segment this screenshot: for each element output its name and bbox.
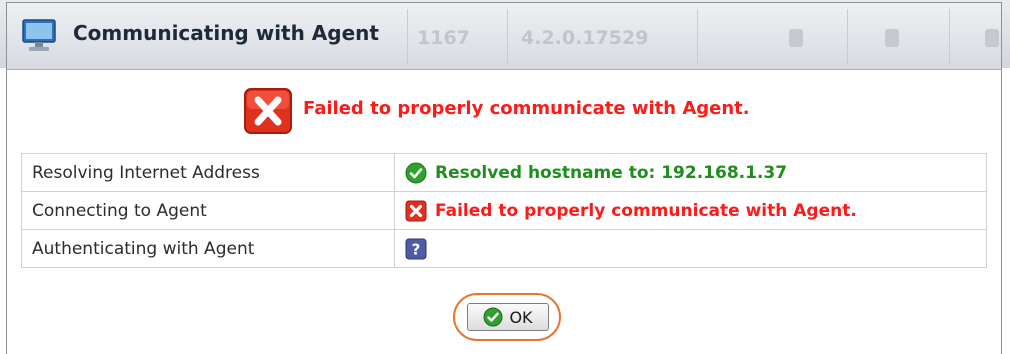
column-divider bbox=[847, 9, 848, 65]
table-row: Authenticating with Agent ? bbox=[21, 229, 987, 268]
table-row: Resolving Internet Address Resolved host… bbox=[21, 153, 987, 192]
faded-status-icon bbox=[885, 29, 899, 47]
step-label: Authenticating with Agent bbox=[21, 229, 395, 268]
faded-status-icon bbox=[789, 29, 803, 47]
step-result-text: Failed to properly communicate with Agen… bbox=[435, 200, 857, 221]
step-result: ? bbox=[394, 229, 987, 268]
red-x-icon bbox=[405, 200, 427, 221]
background-row: 1167 4.2.0.17529 bbox=[377, 3, 1001, 69]
error-x-icon bbox=[244, 88, 292, 134]
green-check-icon bbox=[483, 307, 503, 327]
table-row: Connecting to Agent Failed to properly c… bbox=[21, 191, 987, 230]
column-divider bbox=[949, 9, 950, 65]
column-divider bbox=[407, 9, 408, 65]
green-check-icon bbox=[405, 162, 427, 183]
step-label: Resolving Internet Address bbox=[21, 153, 395, 192]
error-message: Failed to properly communicate with Agen… bbox=[303, 98, 750, 119]
question-mark-icon: ? bbox=[405, 238, 427, 259]
step-result-text: Resolved hostname to: 192.168.1.37 bbox=[435, 162, 788, 183]
dialog-titlebar[interactable]: Communicating with Agent 1167 4.2.0.1752… bbox=[7, 3, 1001, 70]
computer-monitor-icon bbox=[22, 19, 56, 51]
column-divider bbox=[507, 9, 508, 65]
status-table: Resolving Internet Address Resolved host… bbox=[21, 153, 987, 268]
dialog-title: Communicating with Agent bbox=[73, 21, 379, 45]
column-divider bbox=[697, 9, 698, 65]
step-label: Connecting to Agent bbox=[21, 191, 395, 230]
background-cell-id: 1167 bbox=[417, 27, 470, 49]
background-cell-version: 4.2.0.17529 bbox=[521, 27, 649, 49]
communicating-dialog: Communicating with Agent 1167 4.2.0.1752… bbox=[6, 2, 1002, 354]
faded-status-icon bbox=[985, 29, 999, 47]
step-result: Failed to properly communicate with Agen… bbox=[394, 191, 987, 230]
step-result: Resolved hostname to: 192.168.1.37 bbox=[394, 153, 987, 192]
ok-button[interactable]: OK bbox=[467, 303, 549, 331]
svg-text:?: ? bbox=[412, 240, 421, 258]
ok-button-label: OK bbox=[509, 307, 533, 327]
